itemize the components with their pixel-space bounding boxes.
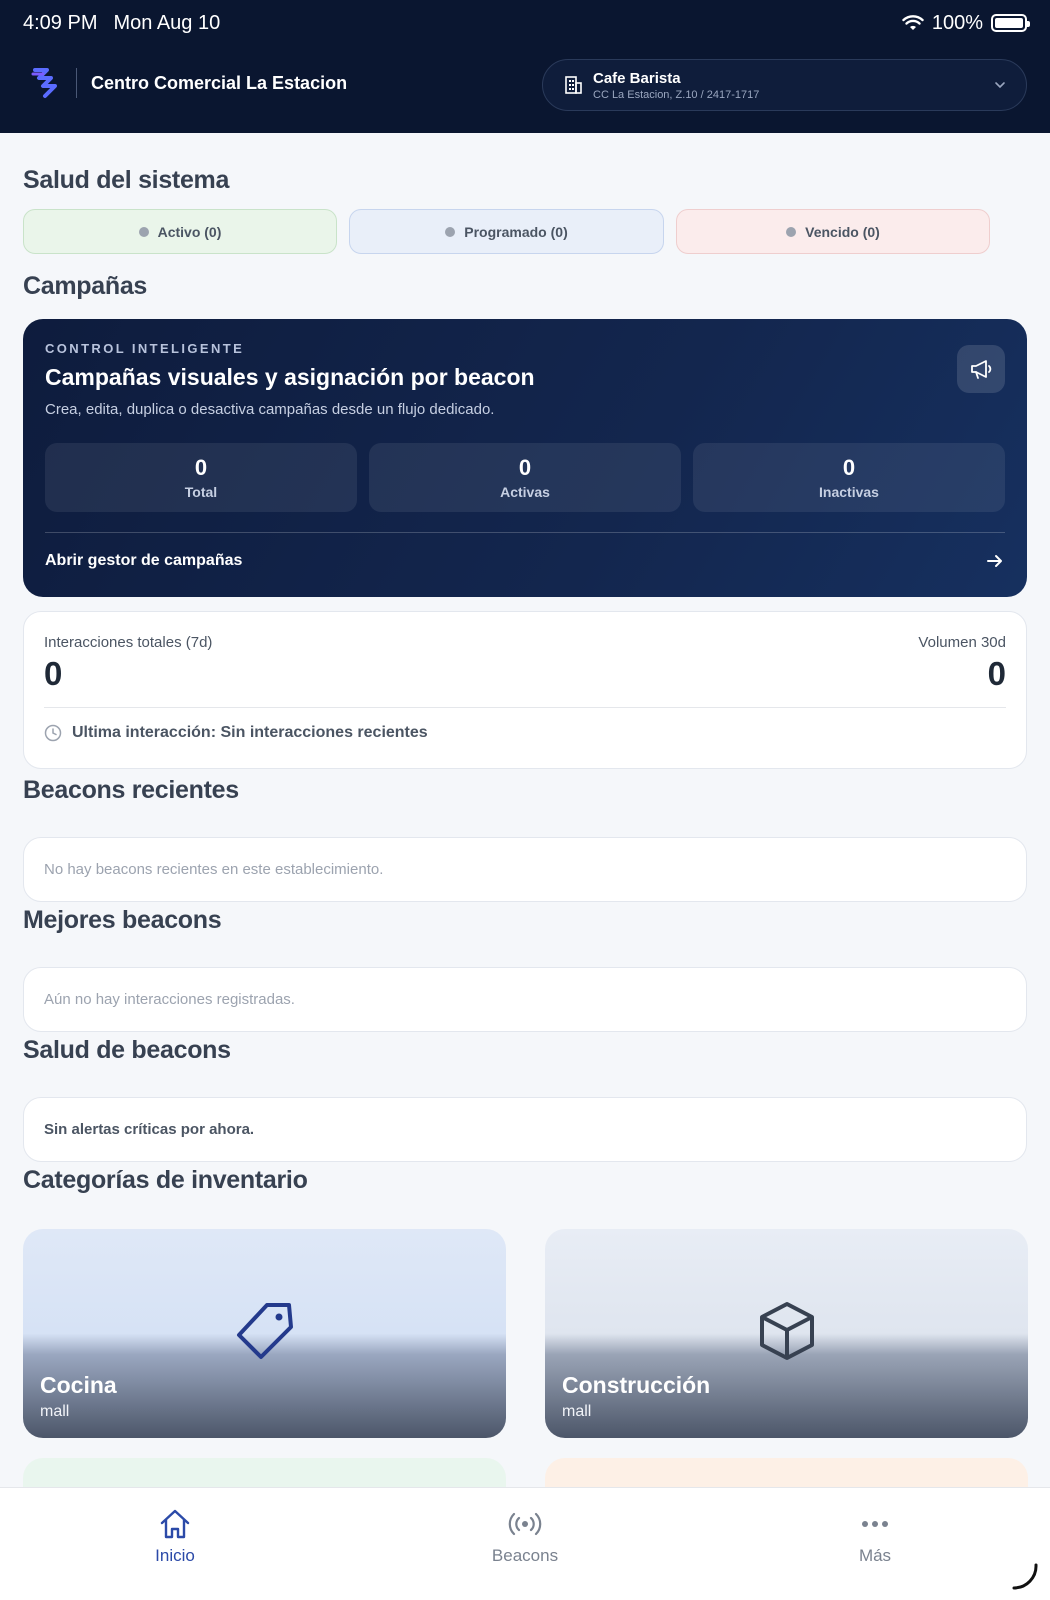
stat-active: 0 Activas <box>369 443 681 512</box>
category-card-construccion[interactable]: Construcción mall <box>545 1229 1028 1438</box>
status-bar: 4:09 PM Mon Aug 10 100% <box>23 10 1030 36</box>
interactions-card: Interacciones totales (7d) 0 Volumen 30d… <box>23 611 1027 769</box>
tab-bar: Inicio Beacons Más <box>0 1487 1050 1600</box>
status-date: Mon Aug 10 <box>113 11 221 34</box>
open-campaign-manager-link[interactable]: Abrir gestor de campañas <box>45 551 1005 571</box>
category-name: Construcción <box>562 1372 711 1398</box>
recent-beacons-title: Beacons recientes <box>23 776 239 804</box>
last-interaction-text: Ultima interacción: Sin interacciones re… <box>72 724 428 741</box>
campaigns-heading: Campañas visuales y asignación por beaco… <box>45 364 535 390</box>
campaign-stats: 0 Total 0 Activas 0 Inactivas <box>45 443 1005 512</box>
tab-label: Más <box>858 1546 892 1565</box>
megaphone-icon <box>971 360 992 379</box>
status-dot <box>786 226 797 237</box>
category-card-cocina[interactable]: Cocina mall <box>23 1229 506 1438</box>
tab-home[interactable]: Inicio <box>115 1506 235 1566</box>
campaign-manager-label: Abrir gestor de campañas <box>45 552 243 569</box>
beacon-health-title: Salud de beacons <box>23 1036 231 1064</box>
volume-label: Volumen 30d <box>918 634 1006 651</box>
campaigns-description: Crea, edita, duplica o desactiva campaña… <box>45 401 495 418</box>
app-header: 4:09 PM Mon Aug 10 100% Centro Comercial… <box>0 0 1050 133</box>
stat-total: 0 Total <box>45 443 357 512</box>
top-beacons-empty: Aún no hay interacciones registradas. <box>44 991 295 1008</box>
top-beacons-card: Aún no hay interacciones registradas. <box>23 967 1027 1032</box>
cube-icon <box>759 1302 814 1360</box>
status-pill-active[interactable]: Activo (0) <box>23 209 337 254</box>
mall-name: Centro Comercial La Estacion <box>91 72 348 93</box>
inventory-title: Categorías de inventario <box>23 1166 308 1194</box>
campaigns-title: Campañas <box>23 272 148 300</box>
home-icon <box>160 1509 190 1539</box>
tab-label: Inicio <box>155 1546 195 1565</box>
status-dot <box>445 226 456 237</box>
stat-label: Activas <box>500 484 550 500</box>
building-icon <box>565 76 582 94</box>
recent-beacons-empty: No hay beacons recientes en este estable… <box>44 861 384 878</box>
status-pill-label: Vencido (0) <box>805 223 880 240</box>
stat-value: 0 <box>518 455 532 480</box>
more-icon <box>862 1521 888 1527</box>
stat-label: Inactivas <box>819 484 879 500</box>
battery-percent: 100% <box>931 11 983 34</box>
category-name: Cocina <box>40 1372 117 1398</box>
status-pill-expired[interactable]: Vencido (0) <box>676 209 990 254</box>
logo-icon <box>31 68 57 98</box>
beacon-health-card: Sin alertas críticas por ahora. <box>23 1097 1027 1162</box>
tag-icon <box>236 1303 293 1359</box>
category-sub: mall <box>562 1403 592 1420</box>
status-pill-scheduled[interactable]: Programado (0) <box>349 209 664 254</box>
brand: Centro Comercial La Estacion <box>25 66 347 100</box>
wifi-icon <box>902 15 924 30</box>
tab-label: Beacons <box>491 1546 559 1565</box>
store-name: Cafe Barista <box>593 69 681 87</box>
stat-value: 0 <box>194 455 208 480</box>
stat-value: 0 <box>842 455 856 480</box>
clock-icon <box>44 724 62 742</box>
stat-inactive: 0 Inactivas <box>693 443 1005 512</box>
system-health-title: Salud del sistema <box>23 166 230 194</box>
megaphone-button[interactable] <box>957 345 1005 393</box>
tab-beacons[interactable]: Beacons <box>465 1506 585 1566</box>
category-card-peek[interactable] <box>545 1458 1028 1488</box>
arrow-right-icon <box>987 555 1002 567</box>
beacon-health-message: Sin alertas críticas por ahora. <box>44 1121 255 1138</box>
category-card-peek[interactable] <box>23 1458 506 1488</box>
status-pill-label: Activo (0) <box>157 223 222 240</box>
interactions-total-value: 0 <box>44 655 63 692</box>
volume-value: 0 <box>987 655 1006 692</box>
recent-beacons-card: No hay beacons recientes en este estable… <box>23 837 1027 902</box>
campaigns-eyebrow: CONTROL INTELIGENTE <box>45 341 245 356</box>
status-time: 4:09 PM <box>23 11 98 34</box>
stat-label: Total <box>184 484 218 500</box>
corner-indicator-icon <box>1012 1563 1038 1590</box>
last-interaction: Ultima interacción: Sin interacciones re… <box>44 724 1006 742</box>
tab-more[interactable]: Más <box>815 1506 935 1566</box>
store-detail: CC La Estacion, Z.10 / 2417-1717 <box>593 88 760 101</box>
chevron-down-icon <box>995 82 1005 89</box>
interactions-total-label: Interacciones totales (7d) <box>44 634 213 651</box>
status-pill-label: Programado (0) <box>464 223 568 240</box>
top-beacons-title: Mejores beacons <box>23 906 222 934</box>
store-selector[interactable]: Cafe Barista CC La Estacion, Z.10 / 2417… <box>542 59 1027 111</box>
broadcast-icon <box>508 1512 542 1536</box>
battery-icon <box>991 14 1030 32</box>
category-sub: mall <box>40 1403 70 1420</box>
status-dot <box>138 226 149 237</box>
campaigns-card: CONTROL INTELIGENTE Campañas visuales y … <box>23 319 1027 597</box>
